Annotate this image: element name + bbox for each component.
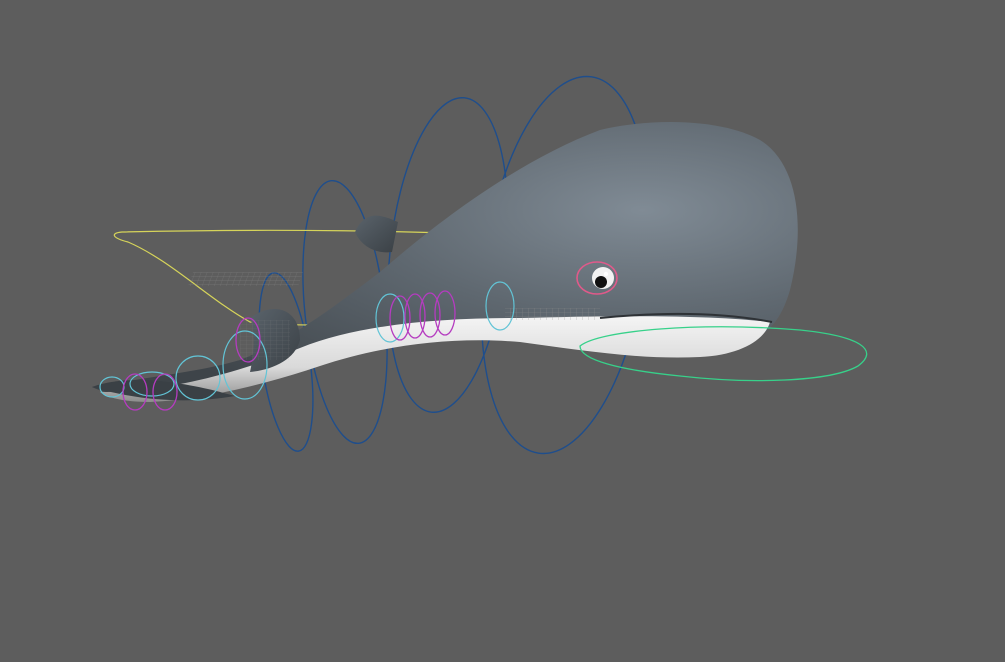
wire-grid-lower [505, 308, 600, 320]
3d-viewport[interactable] [0, 0, 1005, 662]
eye-pupil [595, 276, 607, 288]
whale-model[interactable] [92, 121, 798, 402]
eye-highlight [603, 271, 609, 277]
dorsal-fin [355, 215, 398, 253]
wire-grid-tail [240, 320, 290, 360]
whale-rig-scene[interactable] [0, 0, 1005, 662]
wire-grid-upper [187, 272, 304, 286]
